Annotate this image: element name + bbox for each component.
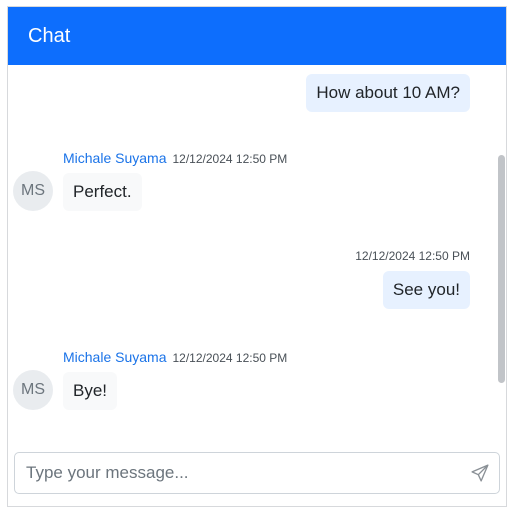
- message-input[interactable]: [15, 453, 455, 493]
- message-time: 12/12/2024 12:50 PM: [172, 152, 288, 166]
- message-time: 12/12/2024 12:50 PM: [355, 249, 470, 263]
- message-meta: Michale Suyama 12/12/2024 12:50 PM: [63, 349, 287, 365]
- avatar: MS: [13, 171, 53, 211]
- send-icon[interactable]: [471, 464, 489, 482]
- author-name: Michale Suyama: [63, 349, 167, 365]
- scrollbar-thumb[interactable]: [498, 155, 505, 383]
- author-name: Michale Suyama: [63, 150, 167, 166]
- message-time: 12/12/2024 12:50 PM: [172, 351, 288, 365]
- message-list[interactable]: How about 10 AM? Michale Suyama 12/12/20…: [8, 65, 506, 447]
- message-bubble-received: Perfect.: [63, 173, 142, 211]
- chat-title: Chat: [28, 24, 71, 47]
- chat-header: Chat: [8, 7, 506, 65]
- chat-window: Chat How about 10 AM? Michale Suyama 12/…: [7, 6, 507, 507]
- message-bubble-sent: See you!: [382, 271, 470, 309]
- message-bubble-received: Bye!: [63, 372, 118, 410]
- avatar: MS: [13, 370, 53, 410]
- message-composer: [14, 452, 500, 494]
- message-meta: Michale Suyama 12/12/2024 12:50 PM: [63, 150, 287, 166]
- message-bubble-sent: How about 10 AM?: [306, 74, 470, 112]
